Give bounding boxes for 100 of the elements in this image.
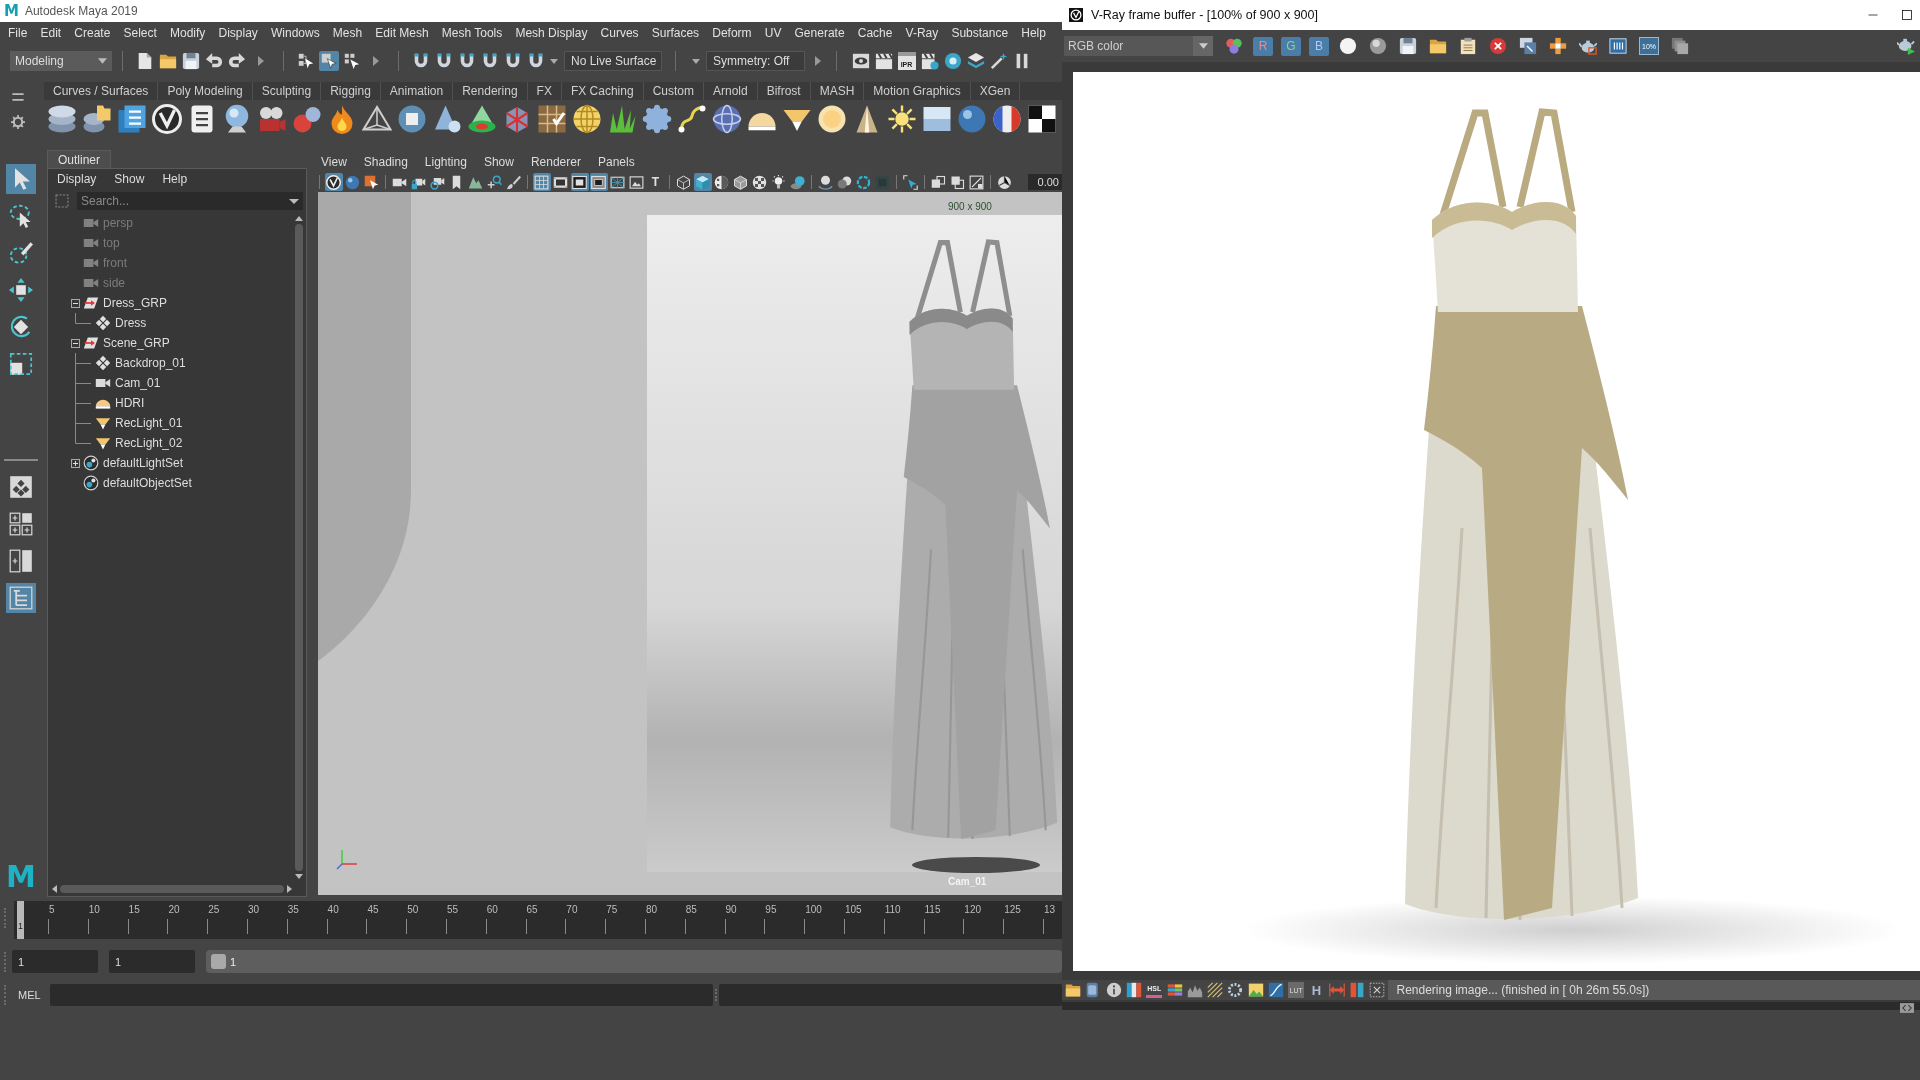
scroll-left-arrow-icon[interactable] (52, 885, 57, 893)
light-cone-heatmap-icon[interactable] (466, 104, 497, 134)
menu-item[interactable]: Panels (597, 155, 635, 169)
right-arrow-icon[interactable] (258, 56, 264, 66)
plus-magnifier-button[interactable] (485, 173, 504, 191)
menu-item[interactable]: Substance (951, 26, 1009, 40)
clapperboard-icon[interactable] (874, 52, 893, 70)
shelf-tab[interactable]: Arnold (703, 82, 758, 100)
square-diagonal-button[interactable] (967, 173, 986, 191)
command-field[interactable] (50, 984, 713, 1006)
striped-sphere-icon[interactable] (991, 104, 1022, 134)
range-slider[interactable]: 1 (206, 950, 1062, 973)
menu-item[interactable]: Surfaces (651, 26, 700, 40)
x-circle-icon[interactable] (1489, 37, 1507, 55)
right-arrow-icon[interactable] (373, 56, 379, 66)
menu-item[interactable]: Curves (600, 26, 639, 40)
time-slider[interactable]: 1 5 10 15 20 25 30 35 40 45 50 55 60 65 70 75 80 85 90 95 100 105 110 115 120 125 13 (14, 901, 1062, 939)
redo-arrow-icon[interactable] (227, 52, 246, 70)
h-button[interactable]: H (1308, 982, 1325, 998)
layered-sheets-icon[interactable] (966, 52, 985, 70)
sphere-button[interactable] (343, 173, 362, 191)
menu-item[interactable]: Modify (170, 26, 206, 40)
bumpy-sphere-icon[interactable] (641, 104, 672, 134)
scroll-down-arrow-icon[interactable] (295, 874, 303, 879)
filled-circle-icon[interactable] (1339, 37, 1357, 55)
shelf-tab[interactable]: XGen (970, 82, 1021, 100)
shelf-tab[interactable]: Curves / Surfaces (44, 82, 159, 100)
menu-item[interactable]: Edit (40, 26, 62, 40)
curve-icon[interactable] (676, 104, 707, 134)
outliner-item[interactable]: Dress_GRP (103, 296, 167, 310)
outliner-item[interactable]: Cam_01 (115, 376, 161, 390)
folder-icon[interactable] (158, 52, 177, 70)
minus-box-icon[interactable] (70, 338, 80, 348)
split-bars-icon[interactable] (1349, 982, 1366, 998)
menu-item[interactable]: Deform (712, 26, 752, 40)
glow-orb-icon[interactable] (816, 104, 847, 134)
minus-box-icon[interactable] (70, 298, 80, 308)
info-icon[interactable] (1105, 982, 1122, 998)
playback-start-field[interactable]: 1 (109, 950, 195, 973)
menu-item[interactable]: Windows (270, 26, 320, 40)
maximize-icon[interactable] (1902, 10, 1912, 20)
sphere-icon[interactable] (1369, 37, 1387, 55)
menu-item[interactable]: Generate (794, 26, 845, 40)
two-spheres-icon[interactable] (291, 104, 322, 134)
eye-window-icon[interactable] (851, 52, 870, 70)
landscape-icon[interactable] (1247, 982, 1264, 998)
shelf-tab[interactable]: Rigging (321, 82, 381, 100)
outliner-item[interactable]: defaultObjectSet (103, 476, 192, 490)
sphere-icon[interactable] (956, 104, 987, 134)
menu-item[interactable]: Mesh Tools (441, 26, 503, 40)
diagonal-lines-icon[interactable] (1207, 982, 1224, 998)
gradient-swatch-icon[interactable] (1126, 982, 1142, 998)
shelf-tab[interactable]: Custom (643, 82, 704, 100)
start-frame-field[interactable]: 1 (12, 950, 98, 973)
outliner-item[interactable]: Backdrop_01 (115, 356, 186, 370)
gradient-plane-icon[interactable] (921, 104, 952, 134)
shaded-cube-button[interactable] (693, 173, 712, 191)
teapot-play-icon[interactable] (1897, 37, 1915, 55)
menu-item[interactable]: Renderer (530, 155, 581, 169)
code-brackets-icon[interactable] (1900, 1003, 1914, 1013)
outliner-item[interactable]: defaultLightSet (103, 456, 184, 470)
outliner-item[interactable]: HDRI (115, 396, 145, 410)
color-bars-icon[interactable] (1166, 982, 1183, 998)
stacked-discs-icon[interactable] (46, 104, 77, 134)
outliner-item[interactable]: RecLight_02 (115, 436, 183, 450)
settings-icon[interactable] (11, 114, 25, 129)
shelf-tab[interactable]: MASH (810, 82, 865, 100)
menu-item[interactable]: Display (218, 26, 258, 40)
scroll-up-arrow-icon[interactable] (295, 216, 303, 221)
search-field[interactable]: Search... (77, 192, 285, 210)
brush-button[interactable] (504, 173, 523, 191)
discs-folder-icon[interactable] (81, 104, 112, 134)
outliner-tab[interactable]: Outliner (47, 150, 112, 168)
channel-dropdown[interactable]: RGB color (1064, 36, 1213, 56)
three-circles-icon[interactable] (1225, 37, 1243, 55)
dotted-ring-icon[interactable] (1227, 982, 1244, 998)
exposure-field[interactable]: 0.00 (1028, 174, 1062, 190)
circle-chevron-icon[interactable] (151, 104, 182, 134)
menu-item[interactable]: Show (114, 172, 145, 186)
aperture-button[interactable] (995, 173, 1014, 191)
outliner-item[interactable]: RecLight_01 (115, 416, 183, 430)
shelf-tab[interactable]: Rendering (453, 82, 528, 100)
caret-icon[interactable] (285, 192, 303, 210)
wire-shaded-cube-button[interactable] (731, 173, 750, 191)
overlapping-squares-button[interactable] (929, 173, 948, 191)
shelf-tab[interactable]: Motion Graphics (864, 82, 971, 100)
menu-item[interactable]: View (321, 155, 347, 169)
menu-item[interactable]: Mesh (332, 26, 363, 40)
caret-icon[interactable] (692, 58, 700, 64)
grid-button[interactable] (532, 173, 551, 191)
select-arrow-button[interactable] (6, 164, 36, 194)
ball-shadow-button[interactable] (788, 173, 807, 191)
right-arrow-icon[interactable] (815, 56, 821, 66)
masked-rect-button[interactable] (589, 173, 608, 191)
outliner-item[interactable]: Scene_GRP (103, 336, 170, 350)
clapperboard-gear-icon[interactable] (920, 52, 939, 70)
shelf-tab[interactable]: Sculpting (252, 82, 322, 100)
menu-item[interactable]: Display (57, 172, 97, 186)
tile-grid-icon[interactable] (536, 104, 567, 134)
plus-box-icon[interactable] (70, 458, 80, 468)
